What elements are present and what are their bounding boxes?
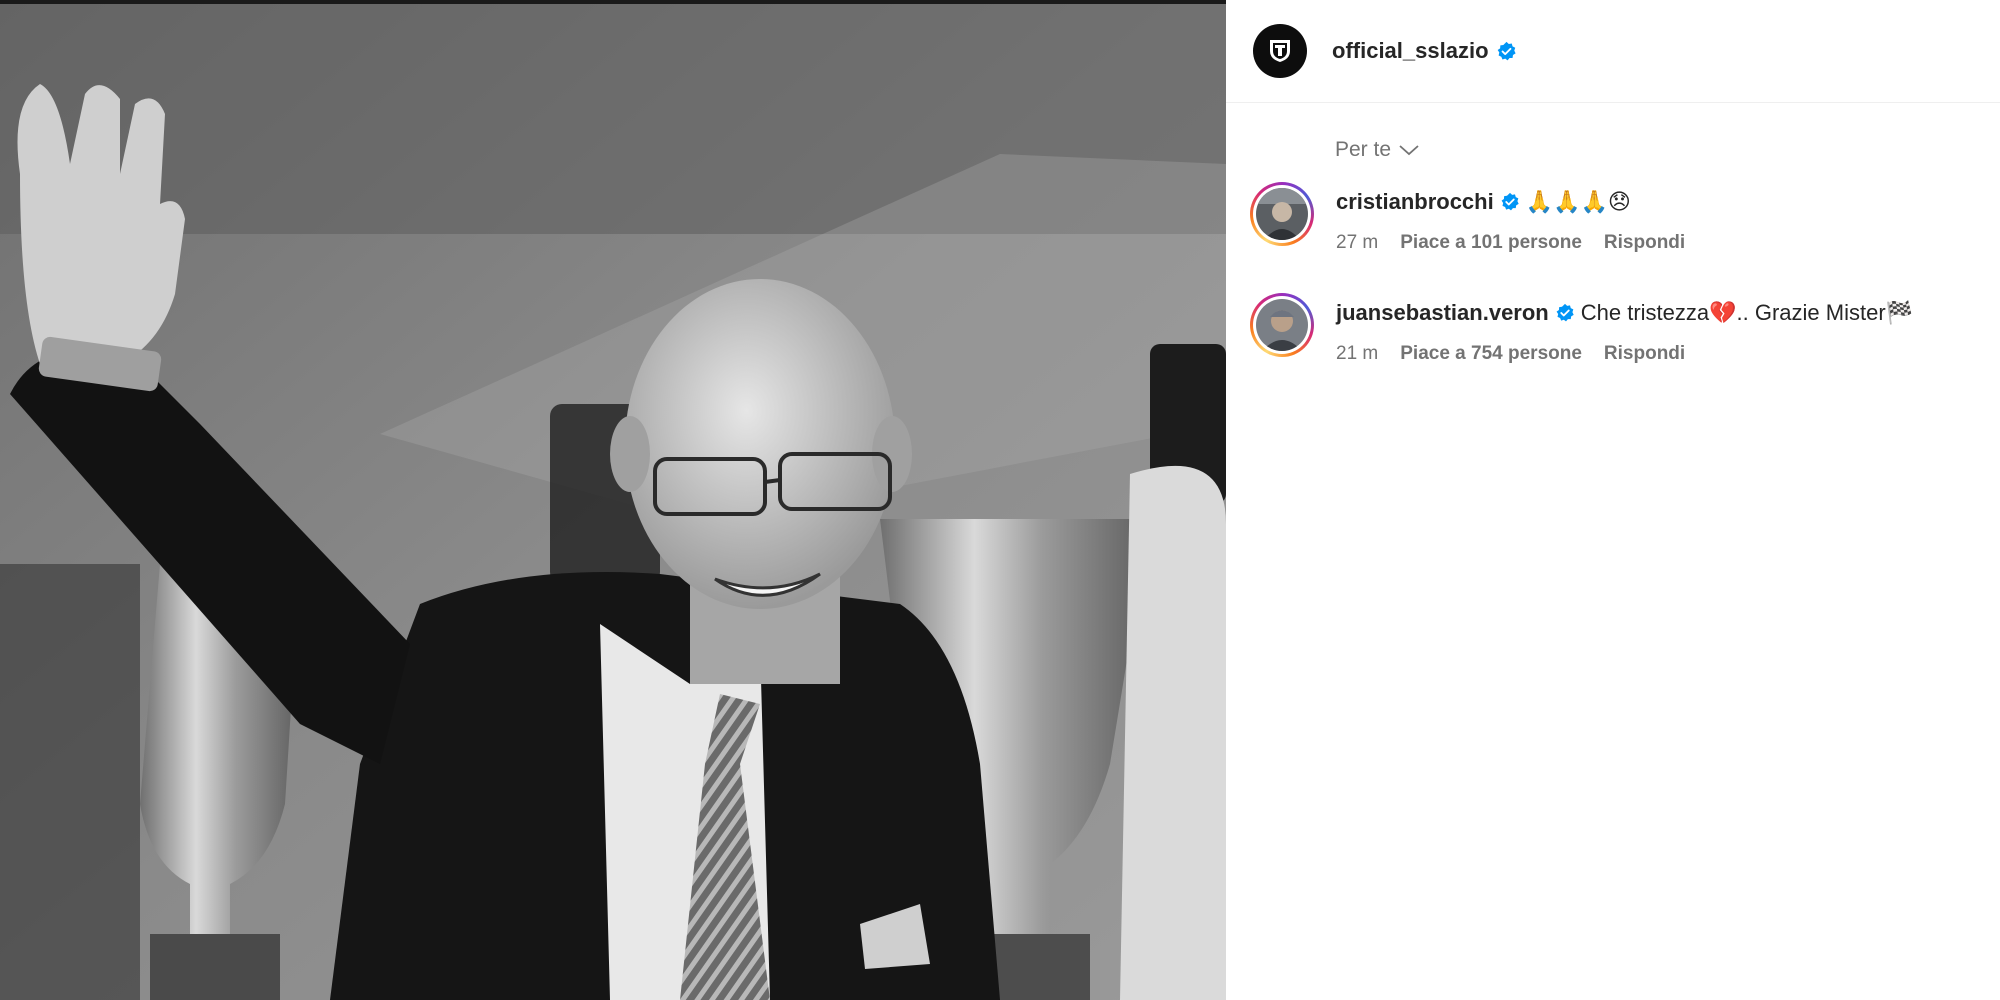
comment-time[interactable]: 21 m: [1336, 343, 1378, 365]
comment-item: cristianbrocchi 🙏🙏🙏😞 27 m Piace a 101 pe…: [1250, 182, 1707, 254]
reply-button[interactable]: Rispondi: [1604, 343, 1685, 365]
lazio-crest-icon: [1270, 40, 1290, 62]
user-photo-icon: [1256, 299, 1308, 351]
comments-sort-dropdown[interactable]: Per te: [1335, 138, 1420, 162]
post-image: [0, 4, 1226, 1000]
post-header: official_sslazio: [1226, 0, 2000, 103]
chevron-down-icon: [1399, 145, 1419, 156]
comment-text: Che tristezza💔.. Grazie Mister🏁: [1580, 300, 1914, 325]
user-photo-icon: [1256, 188, 1308, 240]
comment-item: juansebastian.veron Che tristezza💔.. Gra…: [1250, 293, 1913, 365]
commenter-avatar[interactable]: [1250, 182, 1314, 246]
verified-badge-icon: [1556, 303, 1574, 322]
post-photo[interactable]: [0, 4, 1226, 1000]
verified-badge-icon: [1501, 192, 1519, 211]
comment-time[interactable]: 27 m: [1336, 232, 1378, 254]
comment-text: 🙏🙏🙏😞: [1525, 189, 1631, 214]
author-avatar[interactable]: [1253, 24, 1307, 78]
comment-username[interactable]: cristianbrocchi: [1336, 189, 1494, 214]
comment-likes-count[interactable]: Piace a 101 persone: [1400, 232, 1582, 254]
verified-badge-icon: [1497, 41, 1516, 60]
comment-username[interactable]: juansebastian.veron: [1336, 300, 1549, 325]
post-author-username[interactable]: official_sslazio: [1332, 38, 1489, 64]
comment-likes-count[interactable]: Piace a 754 persone: [1400, 343, 1582, 365]
commenter-avatar[interactable]: [1250, 293, 1314, 357]
reply-button[interactable]: Rispondi: [1604, 232, 1685, 254]
sort-label: Per te: [1335, 138, 1392, 161]
comments-panel: official_sslazio Per te cristianbrocchi …: [1226, 0, 2000, 1000]
